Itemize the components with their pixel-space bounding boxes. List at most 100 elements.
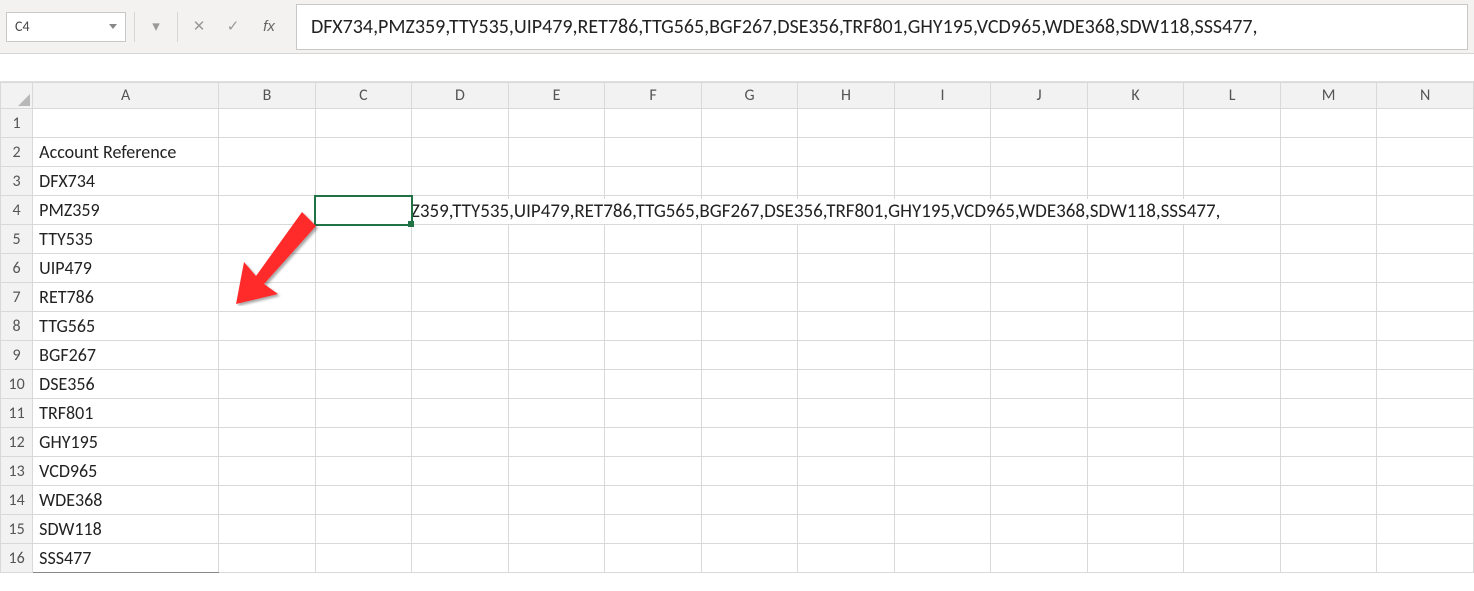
cell-E15[interactable] (508, 515, 605, 544)
cell-C9[interactable] (315, 341, 412, 370)
cell-G1[interactable] (701, 109, 798, 138)
cell-F2[interactable] (605, 138, 702, 167)
cell-H7[interactable] (798, 283, 895, 312)
cell-C4[interactable] (315, 196, 412, 225)
row-header-12[interactable]: 12 (1, 428, 33, 457)
cell-I16[interactable] (894, 544, 991, 573)
cell-B8[interactable] (219, 312, 316, 341)
cell-E8[interactable] (508, 312, 605, 341)
cell-N15[interactable] (1377, 515, 1474, 544)
column-header-M[interactable]: M (1280, 83, 1377, 109)
cell-F13[interactable] (605, 457, 702, 486)
cell-M16[interactable] (1280, 544, 1377, 573)
cell-L16[interactable] (1184, 544, 1281, 573)
column-header-G[interactable]: G (701, 83, 798, 109)
cell-A10[interactable]: DSE356 (33, 370, 219, 399)
cell-H6[interactable] (798, 254, 895, 283)
cell-H14[interactable] (798, 486, 895, 515)
fx-icon[interactable]: fx (254, 18, 284, 35)
cell-D10[interactable] (412, 370, 509, 399)
cell-M7[interactable] (1280, 283, 1377, 312)
cell-C7[interactable] (315, 283, 412, 312)
cell-F15[interactable] (605, 515, 702, 544)
column-header-A[interactable]: A (33, 83, 219, 109)
cell-F3[interactable] (605, 167, 702, 196)
cell-J15[interactable] (991, 515, 1088, 544)
cell-I14[interactable] (894, 486, 991, 515)
cell-F12[interactable] (605, 428, 702, 457)
cell-G11[interactable] (701, 399, 798, 428)
cell-H10[interactable] (798, 370, 895, 399)
column-header-E[interactable]: E (508, 83, 605, 109)
cell-E14[interactable] (508, 486, 605, 515)
cell-B3[interactable] (219, 167, 316, 196)
cell-A6[interactable]: UIP479 (33, 254, 219, 283)
cell-D3[interactable] (412, 167, 509, 196)
row-header-7[interactable]: 7 (1, 283, 33, 312)
cell-M14[interactable] (1280, 486, 1377, 515)
cell-A13[interactable]: VCD965 (33, 457, 219, 486)
cell-G7[interactable] (701, 283, 798, 312)
cell-A2[interactable]: Account Reference (33, 138, 219, 167)
cell-I6[interactable] (894, 254, 991, 283)
cell-M9[interactable] (1280, 341, 1377, 370)
cell-C1[interactable] (315, 109, 412, 138)
cell-C16[interactable] (315, 544, 412, 573)
cell-I5[interactable] (894, 225, 991, 254)
cell-I2[interactable] (894, 138, 991, 167)
cell-M3[interactable] (1280, 167, 1377, 196)
cell-D8[interactable] (412, 312, 509, 341)
cell-E13[interactable] (508, 457, 605, 486)
cell-G10[interactable] (701, 370, 798, 399)
cell-L14[interactable] (1184, 486, 1281, 515)
cell-F4[interactable] (605, 196, 702, 225)
cell-N11[interactable] (1377, 399, 1474, 428)
cell-D9[interactable] (412, 341, 509, 370)
cell-L10[interactable] (1184, 370, 1281, 399)
column-header-J[interactable]: J (991, 83, 1088, 109)
cell-C15[interactable] (315, 515, 412, 544)
cell-M2[interactable] (1280, 138, 1377, 167)
row-header-5[interactable]: 5 (1, 225, 33, 254)
enter-icon[interactable]: ✓ (220, 12, 246, 42)
cell-J3[interactable] (991, 167, 1088, 196)
cell-L3[interactable] (1184, 167, 1281, 196)
cell-I7[interactable] (894, 283, 991, 312)
cell-E1[interactable] (508, 109, 605, 138)
cell-D2[interactable] (412, 138, 509, 167)
cell-C5[interactable] (315, 225, 412, 254)
cell-M4[interactable] (1280, 196, 1377, 225)
row-header-6[interactable]: 6 (1, 254, 33, 283)
cell-G15[interactable] (701, 515, 798, 544)
cell-D12[interactable] (412, 428, 509, 457)
row-header-16[interactable]: 16 (1, 544, 33, 573)
cell-M12[interactable] (1280, 428, 1377, 457)
cell-A1[interactable] (33, 109, 219, 138)
cell-A4[interactable]: PMZ359 (33, 196, 219, 225)
cell-C3[interactable] (315, 167, 412, 196)
cell-L6[interactable] (1184, 254, 1281, 283)
cell-C10[interactable] (315, 370, 412, 399)
cell-G8[interactable] (701, 312, 798, 341)
cell-A16[interactable]: SSS477 (33, 544, 219, 573)
cell-L8[interactable] (1184, 312, 1281, 341)
cell-K4[interactable] (1087, 196, 1184, 225)
cell-A9[interactable]: BGF267 (33, 341, 219, 370)
cell-N6[interactable] (1377, 254, 1474, 283)
cell-A7[interactable]: RET786 (33, 283, 219, 312)
column-header-N[interactable]: N (1377, 83, 1474, 109)
cell-L13[interactable] (1184, 457, 1281, 486)
cell-N14[interactable] (1377, 486, 1474, 515)
cell-J9[interactable] (991, 341, 1088, 370)
cell-J13[interactable] (991, 457, 1088, 486)
spreadsheet-grid[interactable]: ABCDEFGHIJKLMN 12Account Reference3DFX73… (0, 82, 1474, 573)
cell-N7[interactable] (1377, 283, 1474, 312)
cell-B14[interactable] (219, 486, 316, 515)
cell-K9[interactable] (1087, 341, 1184, 370)
cell-A8[interactable]: TTG565 (33, 312, 219, 341)
cell-G4[interactable] (701, 196, 798, 225)
cell-A5[interactable]: TTY535 (33, 225, 219, 254)
cell-L15[interactable] (1184, 515, 1281, 544)
cell-G13[interactable] (701, 457, 798, 486)
cell-D7[interactable] (412, 283, 509, 312)
